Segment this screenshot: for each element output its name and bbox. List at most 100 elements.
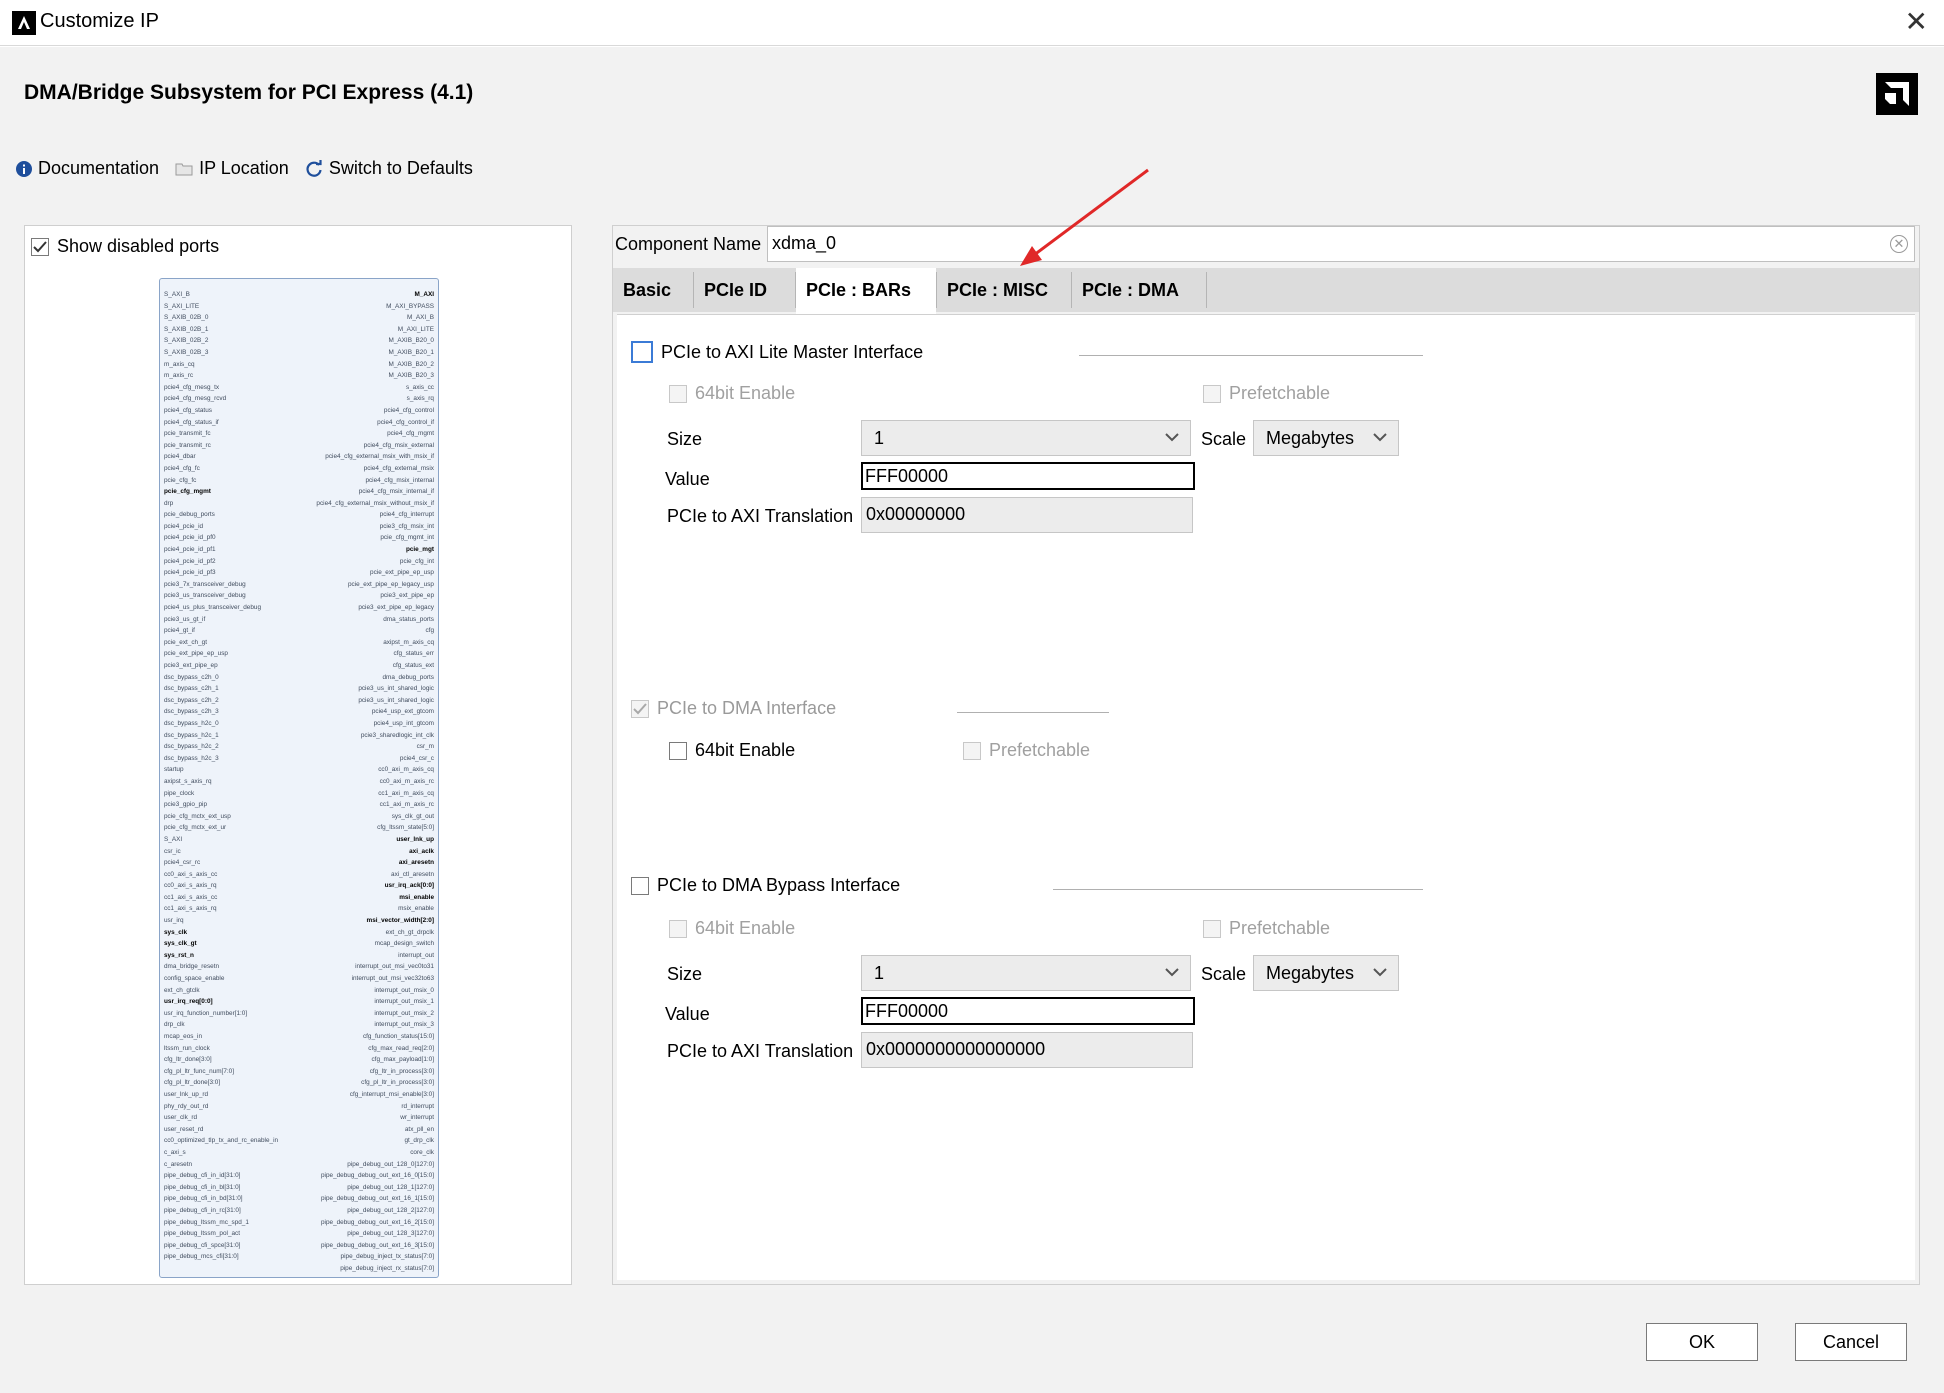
tab-pcie-id[interactable]: PCIe ID [694,268,794,312]
checkbox-checked-disabled-icon [631,699,649,718]
port-label: pcie3_us_int_shared_logic [358,685,434,693]
axi-lite-size-value: 1 [874,428,885,448]
port-label: dsc_bypass_h2c_3 [164,754,219,762]
bypass-size-select[interactable]: 1 [861,955,1191,991]
axi-lite-translation-input[interactable]: 0x00000000 [861,497,1193,533]
port-label: usr_irq [164,917,184,925]
port-label: pipe_debug_out_128_3[127:0] [347,1230,434,1238]
tab-pcie-bars-label: PCIe : BARs [806,280,912,300]
checkbox-unchecked-icon [631,341,653,363]
port-label: pipe_debug_debug_out_ext_16_1[15:0] [320,1195,434,1203]
checkbox-unchecked-icon [631,876,649,895]
bypass-translation-input[interactable]: 0x0000000000000000 [861,1032,1193,1068]
cancel-button[interactable]: Cancel [1795,1323,1907,1361]
port-label: pcie_cfg_fc [164,476,197,484]
port-label: msi_enable [399,893,434,901]
port-label: cc0_optimized_tlp_tx_and_rc_enable_in [164,1137,279,1145]
bypass-scale-select[interactable]: Megabytes [1253,955,1399,991]
port-label: pcie4_cfg_mesg_rcvd [164,395,227,403]
port-label: pcie4_usp_ext_gtcom [371,708,434,716]
close-icon[interactable]: ✕ [1905,8,1928,36]
dma-64bit-checkbox[interactable]: 64bit Enable [669,740,795,761]
folder-icon [175,163,193,175]
port-label: M_AXIB_B20_3 [388,372,434,380]
port-label: pcie4_cfg_interrupt [379,511,434,519]
port-label: wr_interrupt [400,1114,434,1122]
axi-lite-value-input[interactable]: FFF00000 [861,462,1195,490]
ip-location-button[interactable]: IP Location [175,158,289,179]
tab-pcie-bars[interactable]: PCIe : BARs [796,268,936,314]
dma-bypass-label: PCIe to DMA Bypass Interface [657,875,901,895]
dma-bypass-checkbox[interactable]: PCIe to DMA Bypass Interface [631,875,900,896]
documentation-button[interactable]: Documentation [16,158,159,179]
bypass-64bit-checkbox[interactable]: 64bit Enable [669,918,795,939]
port-label: s_axis_rq [406,395,434,403]
ip-title: DMA/Bridge Subsystem for PCI Express (4.… [24,81,474,104]
port-label: pcie_ext_pipe_ep_usp [370,569,434,577]
port-label: cfg_ltr_in_process[3:0] [369,1067,434,1075]
port-label: interrupt_out_msix_1 [374,998,434,1006]
ok-button[interactable]: OK [1646,1323,1758,1361]
port-label: c_axi_s [164,1148,186,1156]
checkbox-disabled-icon [1203,919,1221,938]
axi-lite-size-select[interactable]: 1 [861,420,1191,456]
dialog-body: Show disabled ports S_AXI_B S_AXI_LITE S_A… [0,195,1944,1393]
port-label: cc0_axi_m_axis_rc [379,777,434,785]
port-label: cc0_axi_s_axis_cc [164,870,218,878]
bypass-scale-label: Scale [1201,964,1247,984]
clear-icon[interactable]: ✕ [1890,235,1908,253]
port-label: pipe_debug_out_128_0[127:0] [347,1160,434,1168]
port-label: pcie3_sharedlogic_int_clk [360,731,434,739]
port-label: pcie3_us_gt_if [164,615,206,623]
port-label: cfg_interrupt_msi_enable[3:0] [349,1090,434,1098]
port-label: pcie_transmit_fc [164,430,211,438]
tab-basic[interactable]: Basic [613,268,693,312]
port-label: cfg_ltr_done[3:0] [164,1056,212,1064]
port-label: csr_m [416,743,434,751]
port-label: pipe_clock [164,789,195,797]
axi-lite-value: FFF00000 [865,466,949,486]
port-label: interrupt_out_msix_2 [374,1009,434,1017]
port-label: pcie4_us_plus_transceiver_debug [164,604,261,612]
bypass-size-value: 1 [874,963,885,983]
checkbox-disabled-icon [669,384,687,403]
port-label: cfg_status_ext [392,662,434,669]
bars-tab-content: PCIe to AXI Lite Master Interface 64bit … [617,314,1915,1280]
tab-pcie-dma[interactable]: PCIe : DMA [1072,268,1206,312]
port-label: pipe_debug_cfi_in_bl[31:0] [164,1183,241,1191]
documentation-label: Documentation [38,158,160,178]
bypass-prefetchable-label: Prefetchable [1229,918,1331,938]
ip-block-symbol: S_AXI_B S_AXI_LITE S_AXIB_02B_0 S_AXIB_02B_… [159,278,439,1278]
port-label: pipe_debug_ltssm_pol_act [164,1230,241,1238]
port-label: pcie3_gpio_pip [164,801,207,809]
axi-lite-scale-select[interactable]: Megabytes [1253,420,1399,456]
switch-defaults-button[interactable]: Switch to Defaults [305,158,473,179]
port-label: dsc_bypass_h2c_0 [164,719,219,727]
port-label: cfg_pl_ltr_in_process[3:0] [361,1079,434,1087]
port-label: M_AXI_LITE [397,325,434,333]
axi-lite-prefetchable-checkbox[interactable]: Prefetchable [1203,383,1330,404]
port-label: pipe_debug_cfi_spce[31:0] [164,1241,241,1249]
port-label: M_AXI_BYPASS [386,302,434,310]
checkbox-checked-icon [31,237,49,256]
port-label: rd_interrupt [401,1102,434,1110]
bypass-prefetchable-checkbox[interactable]: Prefetchable [1203,918,1330,939]
axi-lite-master-checkbox[interactable]: PCIe to AXI Lite Master Interface [631,341,923,363]
port-label: pcie3_us_int_shared_logic [358,696,434,704]
port-label: pcie4_cfg_status_if [164,418,219,426]
dma-interface-checkbox[interactable]: PCIe to DMA Interface [631,698,836,719]
port-label: pcie4_csr_c [399,754,434,762]
port-label: sys_clk [164,928,188,936]
axi-lite-64bit-checkbox[interactable]: 64bit Enable [669,383,795,404]
component-name-input[interactable]: xdma_0 ✕ [767,226,1915,262]
port-label: core_clk [410,1148,434,1156]
port-label: csr_ic [164,847,181,855]
bypass-value-input[interactable]: FFF00000 [861,997,1195,1025]
port-label: pcie3_us_transceiver_debug [164,592,246,600]
port-label: S_AXIB_02B_3 [164,348,209,356]
port-label: pcie4_pcie_id_pf0 [164,534,216,542]
tab-pcie-misc[interactable]: PCIe : MISC [937,268,1071,312]
port-label: pcie3_7x_transceiver_debug [164,580,246,588]
dma-prefetchable-checkbox[interactable]: Prefetchable [963,740,1090,761]
show-disabled-ports-checkbox[interactable]: Show disabled ports [31,236,219,257]
